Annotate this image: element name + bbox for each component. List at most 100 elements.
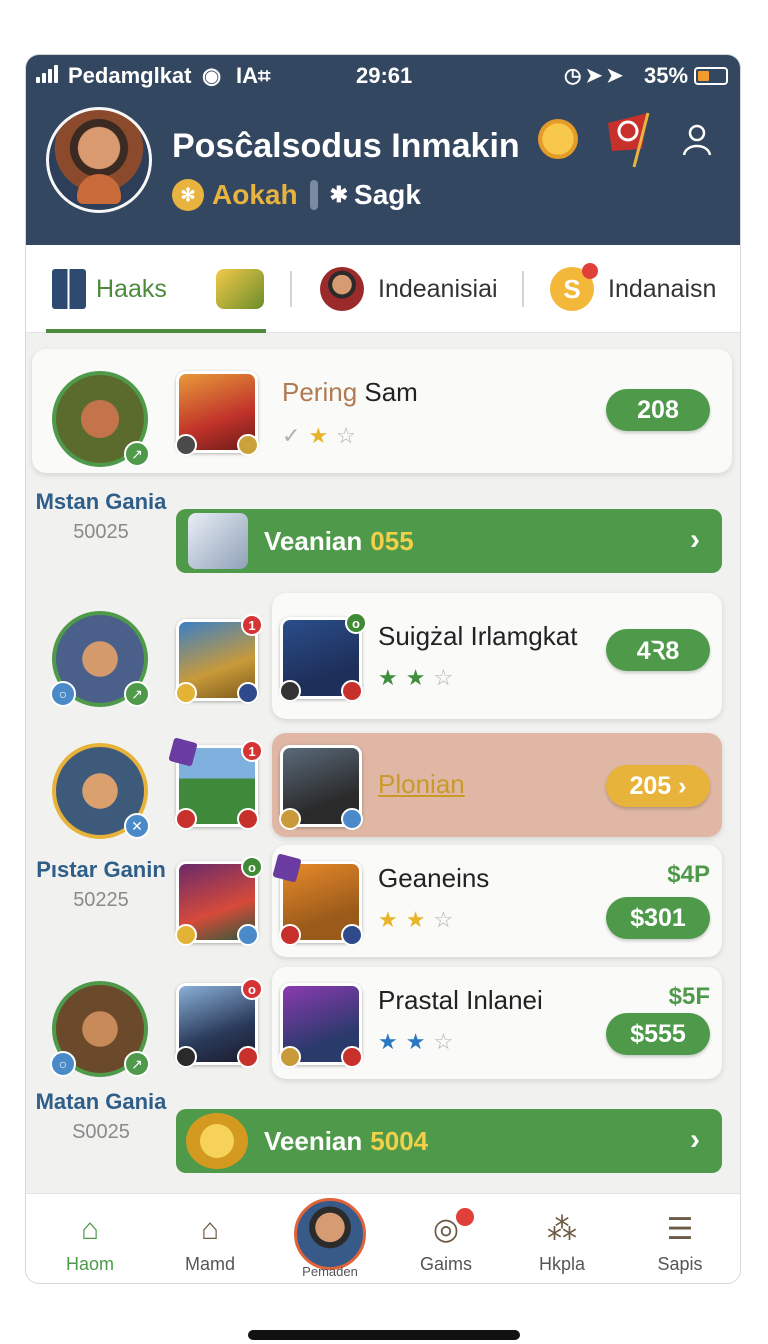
notification-badge: ο bbox=[345, 612, 367, 634]
user-profile-icon[interactable] bbox=[682, 123, 712, 157]
veenian-banner[interactable]: Veenian 5004 › bbox=[176, 1109, 722, 1173]
help-icon: ⁂ bbox=[547, 1213, 577, 1246]
level-badge-icon: ○ bbox=[50, 681, 76, 707]
mini-badge-icon bbox=[175, 682, 197, 704]
flag-icon[interactable] bbox=[604, 109, 656, 169]
chevron-right-icon: › bbox=[690, 523, 700, 556]
nav-profile-avatar[interactable] bbox=[294, 1198, 366, 1270]
mini-badge-icon bbox=[341, 680, 363, 702]
player-list: Pering Sam ✓ ★ ☆ 208 ↗ Mstan Gania 50025… bbox=[26, 333, 740, 1193]
nav-label: Sapis bbox=[657, 1254, 703, 1274]
game-thumbnail[interactable]: 1 bbox=[175, 614, 263, 704]
card-price: $5F bbox=[668, 983, 710, 1010]
value-button[interactable]: $555 bbox=[606, 1013, 710, 1055]
card-title-muted: Pering bbox=[282, 377, 358, 407]
star-rating: ★ ★ ☆ bbox=[378, 907, 453, 933]
mini-badge-icon bbox=[279, 924, 301, 946]
player-avatar[interactable]: ✕ bbox=[52, 743, 150, 839]
nav-label: Mamd bbox=[184, 1254, 235, 1274]
mini-badge-icon bbox=[341, 1046, 363, 1068]
tab-label: Indeanisiai bbox=[378, 274, 498, 303]
veanian-banner[interactable]: Veanian 055 › bbox=[176, 509, 722, 573]
player-avatar[interactable]: ○ ↗ bbox=[50, 981, 150, 1077]
card-title: Pering Sam bbox=[282, 377, 418, 408]
menu-icon: ☰ bbox=[666, 1213, 694, 1246]
chevron-right-icon: › bbox=[690, 1123, 700, 1156]
value-button[interactable]: $301 bbox=[606, 897, 710, 939]
list-card[interactable]: ο Suigżal Irlamgkat ★ ★ ☆ 4Ꝛ8 bbox=[272, 593, 722, 719]
achievement-badge-icon[interactable] bbox=[216, 269, 264, 309]
game-thumbnail[interactable]: 1 bbox=[168, 737, 263, 830]
game-thumbnail[interactable] bbox=[272, 853, 363, 946]
value-button[interactable]: 205 › bbox=[606, 765, 710, 807]
tab-indanaisn[interactable]: S Indanaisn bbox=[550, 245, 716, 333]
profile-header: Pedamglkat ◉ IA⌗ 29:61 ◷➤➤ 35% Posĉalsod… bbox=[26, 55, 740, 245]
value-button[interactable]: 208 bbox=[606, 389, 710, 431]
card-title: Suigżal Irlamgkat bbox=[378, 621, 578, 651]
player-id: 50025 bbox=[73, 521, 129, 543]
nav-gaims[interactable]: ◎ Gaims bbox=[396, 1194, 496, 1283]
tab-divider bbox=[290, 271, 292, 307]
player-avatar[interactable]: ○ ↗ bbox=[50, 611, 150, 707]
mini-badge-icon bbox=[341, 924, 363, 946]
notification-badge: 1 bbox=[241, 614, 263, 636]
notification-badge: 1 bbox=[241, 740, 263, 762]
sun-mascot-icon[interactable] bbox=[538, 119, 578, 159]
rank-secondary-text: Sagk bbox=[354, 179, 421, 210]
game-thumbnail[interactable]: ο bbox=[279, 612, 367, 702]
player-name: Mstan Gania bbox=[35, 489, 167, 514]
star-filled-icon: ★ bbox=[405, 907, 426, 932]
banner-label: Veenian bbox=[264, 1125, 363, 1156]
banner-number: 5004 bbox=[370, 1125, 429, 1156]
star-rating: ✓ ★ ☆ bbox=[282, 423, 356, 449]
bottom-navigation: ⌂ Haom ⌂ Mamd Pemaden ◎ Gaims ⁂ Hkpla ☰ … bbox=[26, 1193, 740, 1283]
game-thumbnail[interactable]: ο bbox=[175, 978, 263, 1068]
mini-badge-icon bbox=[237, 434, 259, 456]
game-thumbnail[interactable] bbox=[175, 371, 259, 456]
mini-badge-icon bbox=[237, 682, 259, 704]
list-card[interactable]: Geaneins $4P ★ ★ ☆ $301 bbox=[272, 845, 722, 957]
coin-s-icon: S bbox=[550, 263, 598, 311]
star-rating: ★ ★ ☆ bbox=[378, 665, 453, 691]
mini-badge-icon bbox=[175, 808, 197, 830]
person-avatar-icon bbox=[320, 267, 364, 311]
clock: 29:61 bbox=[356, 63, 413, 88]
player-avatar[interactable]: ↗ bbox=[52, 371, 150, 467]
ribbon-icon bbox=[168, 737, 198, 767]
notification-badge: ο bbox=[241, 856, 263, 878]
game-thumbnail[interactable]: ο bbox=[175, 856, 263, 946]
level-badge-icon: ↗ bbox=[124, 1051, 150, 1077]
mini-badge-icon bbox=[279, 808, 301, 830]
tab-label: Haaks bbox=[96, 274, 167, 303]
home-indicator[interactable] bbox=[248, 1330, 520, 1340]
card-price: $4P bbox=[667, 861, 710, 888]
nav-home[interactable]: ⌂ Haom bbox=[40, 1194, 140, 1283]
card-title-main: Sam bbox=[357, 377, 418, 407]
game-thumbnail[interactable] bbox=[279, 745, 363, 830]
value-button[interactable]: 4Ꝛ8 bbox=[606, 629, 710, 671]
battery-percent: 35% bbox=[644, 63, 689, 88]
tab-indeanisiai[interactable]: Indeanisiai bbox=[320, 245, 498, 333]
nav-hkpla[interactable]: ⁂ Hkpla bbox=[512, 1194, 612, 1283]
mini-badge-icon bbox=[175, 1046, 197, 1068]
mini-badge-icon bbox=[341, 808, 363, 830]
star-empty-icon: ☆ bbox=[433, 1029, 454, 1054]
mini-badge-icon bbox=[237, 924, 259, 946]
status-bar: Pedamglkat ◉ IA⌗ 29:61 ◷➤➤ 35% bbox=[26, 55, 740, 99]
list-card-highlighted[interactable]: Plonian 205 › bbox=[272, 733, 722, 837]
star-filled-icon: ★ bbox=[378, 665, 398, 690]
rank-coin-icon: ✻ bbox=[172, 179, 204, 211]
profile-avatar[interactable] bbox=[46, 107, 152, 213]
nav-mamd[interactable]: ⌂ Mamd bbox=[160, 1194, 260, 1283]
nav-sapis[interactable]: ☰ Sapis bbox=[630, 1194, 730, 1283]
star-empty-icon: ☆ bbox=[433, 665, 454, 690]
player-id: S0025 bbox=[72, 1121, 130, 1143]
app-screen: Pedamglkat ◉ IA⌗ 29:61 ◷➤➤ 35% Posĉalsod… bbox=[25, 54, 741, 1284]
game-thumbnail[interactable] bbox=[279, 983, 363, 1068]
rank-badge-icon: ✱ bbox=[329, 182, 349, 207]
list-card[interactable]: Prastal Inlanei $5F ★ ★ ☆ $555 bbox=[272, 967, 722, 1079]
carrier-name: Pedamglkat bbox=[68, 63, 192, 88]
rank-divider bbox=[309, 180, 318, 210]
battery-icon bbox=[694, 67, 728, 85]
card-title: Plonian bbox=[378, 769, 465, 799]
